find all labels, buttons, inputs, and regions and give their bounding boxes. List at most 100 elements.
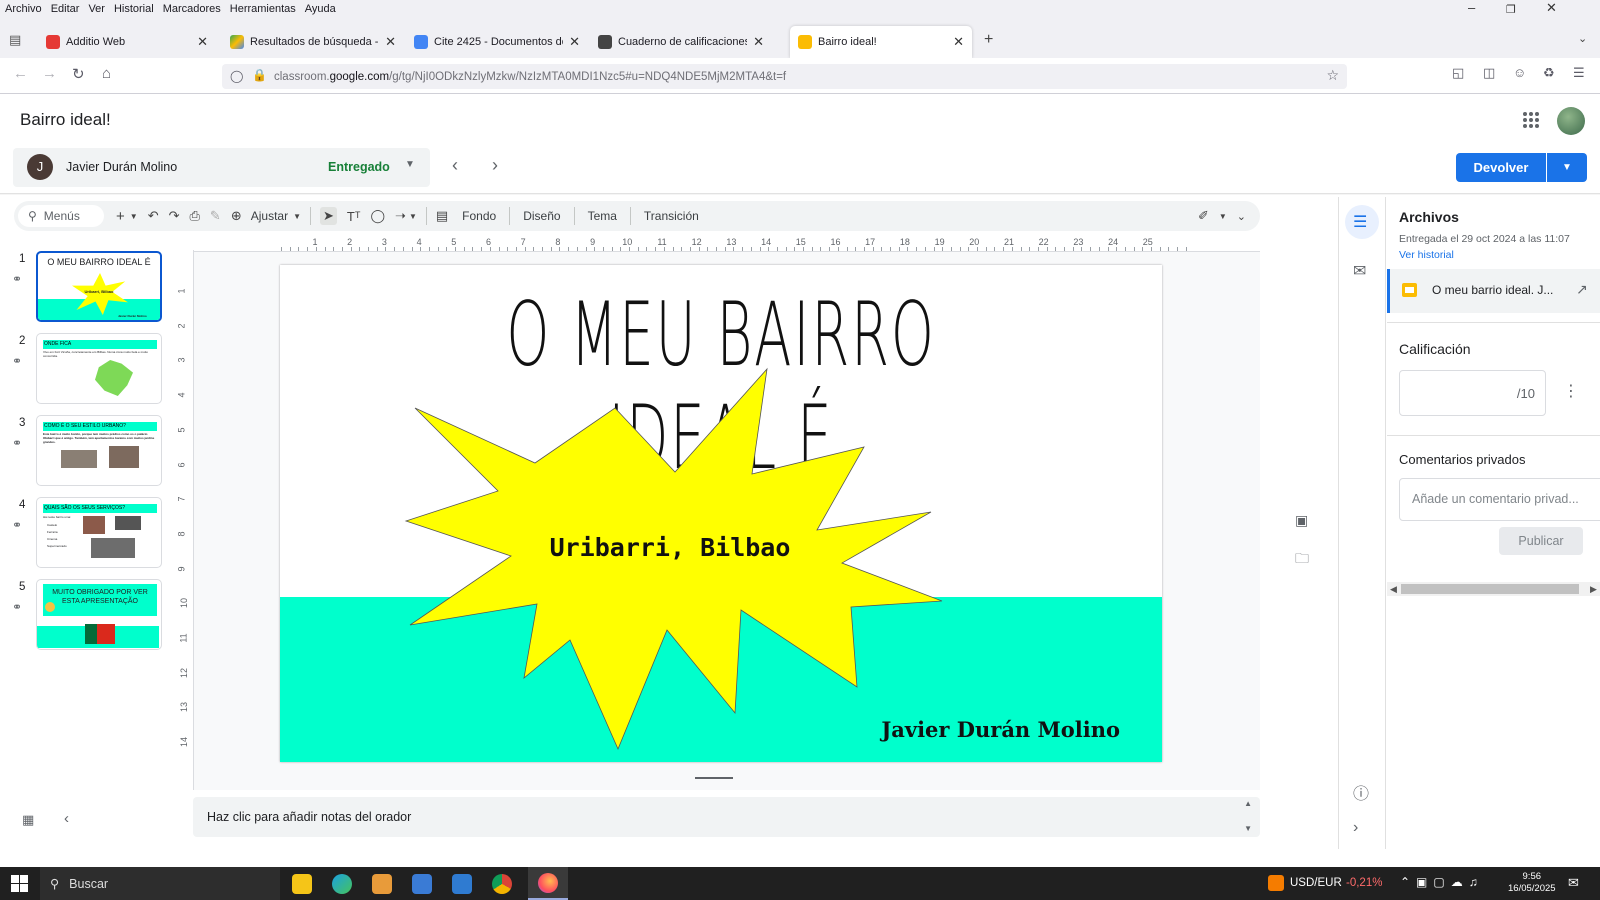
google-apps-icon[interactable]: [1523, 112, 1539, 128]
back-icon[interactable]: ←: [13, 65, 28, 82]
mail-icon[interactable]: [452, 874, 472, 894]
next-student-icon[interactable]: ›: [492, 155, 498, 176]
line-icon[interactable]: ➝: [395, 208, 406, 224]
slide-thumbnail-2[interactable]: ONDE FICA Vivo em Fort Vicuña, concretam…: [36, 333, 162, 404]
menu-herramientas[interactable]: Herramientas: [230, 3, 296, 15]
tab-close-icon[interactable]: ✕: [569, 34, 580, 50]
new-tab-icon[interactable]: +: [984, 31, 993, 49]
scroll-right-icon[interactable]: ▶: [1590, 582, 1597, 596]
notification-icon[interactable]: ✉: [1568, 875, 1579, 891]
link-icon[interactable]: ⚭: [12, 436, 22, 450]
minimize-icon[interactable]: –: [1468, 0, 1475, 15]
app-menu-icon[interactable]: ☰: [1573, 65, 1585, 81]
tab-close-icon[interactable]: ✕: [953, 34, 964, 50]
media-player-icon[interactable]: [372, 874, 392, 894]
slide-subtitle[interactable]: Uribarri, Bilbao: [520, 533, 820, 562]
zoom-select[interactable]: Ajustar: [251, 209, 288, 223]
scroll-down-icon[interactable]: ▼: [1244, 824, 1252, 833]
new-slide-icon[interactable]: +: [116, 208, 125, 225]
tab-additio[interactable]: Additio Web ✕: [38, 26, 216, 58]
pen-dropdown-icon[interactable]: ▼: [1219, 212, 1227, 221]
shape-icon[interactable]: ◯: [370, 208, 385, 224]
theme-button[interactable]: Tema: [588, 209, 617, 223]
pen-tool-icon[interactable]: ✐: [1198, 208, 1209, 224]
chevron-down-icon[interactable]: ▼: [405, 159, 415, 170]
select-cursor-icon[interactable]: ➤: [320, 207, 337, 225]
scrollbar-thumb[interactable]: [1401, 584, 1579, 594]
system-tray-icons[interactable]: ⌃▣▢☁♫: [1400, 875, 1484, 889]
menu-ayuda[interactable]: Ayuda: [305, 3, 336, 15]
firefox-view-icon[interactable]: ▤: [9, 32, 21, 48]
slide-thumbnail-4[interactable]: QUAIS SÃO OS SEUS SERVIÇOS? Há neste bai…: [36, 497, 162, 568]
scroll-left-icon[interactable]: ◀: [1390, 582, 1397, 596]
more-options-icon[interactable]: ⋮: [1563, 381, 1579, 401]
notes-resize-handle[interactable]: [695, 777, 733, 779]
publish-button[interactable]: Publicar: [1499, 527, 1583, 555]
layout-button[interactable]: Diseño: [523, 209, 560, 223]
link-icon[interactable]: ⚭: [12, 354, 22, 368]
account-avatar[interactable]: [1557, 107, 1585, 135]
previous-student-icon[interactable]: ‹: [452, 155, 458, 176]
new-slide-dropdown-icon[interactable]: ▼: [130, 212, 138, 221]
address-bar[interactable]: ◯ 🔒 classroom.google.com/g/tg/NjI0ODkzNz…: [222, 64, 1347, 89]
link-icon[interactable]: ⚭: [12, 600, 22, 614]
menu-search[interactable]: ⚲ Menús: [18, 205, 104, 227]
shield-icon[interactable]: ◯: [230, 69, 243, 83]
account-icon[interactable]: ☺: [1513, 65, 1526, 80]
currency-pair[interactable]: USD/EUR: [1290, 877, 1342, 889]
return-options-icon[interactable]: ▼: [1547, 153, 1587, 182]
firefox-taskbar-button[interactable]: [528, 867, 568, 900]
line-dropdown-icon[interactable]: ▼: [409, 212, 417, 221]
tab-close-icon[interactable]: ✕: [385, 34, 396, 50]
expand-panel-icon[interactable]: ›: [1353, 819, 1358, 837]
zoom-icon[interactable]: ⊕: [231, 208, 242, 224]
collapse-filmstrip-icon[interactable]: ‹: [64, 810, 69, 827]
slide-thumbnail-5[interactable]: MUITO OBRIGADO POR VER ESTA APRESENTAÇÃO: [36, 579, 162, 650]
lock-icon[interactable]: 🔒: [252, 68, 267, 82]
text-box-icon[interactable]: Tᵀ: [347, 209, 361, 224]
restore-icon[interactable]: ❐: [1506, 3, 1516, 16]
link-icon[interactable]: ⚭: [12, 518, 22, 532]
zoom-dropdown-icon[interactable]: ▼: [293, 212, 301, 221]
explosion-star-shape[interactable]: [280, 265, 1162, 762]
private-comment-input[interactable]: Añade un comentario privad...: [1399, 478, 1600, 521]
tab-close-icon[interactable]: ✕: [197, 34, 208, 50]
grid-view-icon[interactable]: ▦: [22, 812, 34, 828]
return-button[interactable]: Devolver: [1456, 153, 1546, 182]
keep-icon[interactable]: ▣: [1295, 512, 1308, 529]
details-icon[interactable]: ☰: [1353, 212, 1367, 232]
comment-add-icon[interactable]: ▤: [436, 208, 448, 224]
menu-editar[interactable]: Editar: [51, 3, 80, 15]
student-selector[interactable]: J Javier Durán Molino Entregado ▼: [13, 148, 430, 187]
tab-google-search[interactable]: Resultados de búsqueda - Goog ✕: [222, 26, 404, 58]
slide-thumbnail-1[interactable]: O MEU BAIRRO IDEAL É Uribarri, Bilbao Ja…: [36, 251, 162, 322]
tab-list-icon[interactable]: ⌄: [1578, 32, 1587, 45]
tab-gradebook[interactable]: Cuaderno de calificaciones de 2 ✕: [590, 26, 772, 58]
redo-icon[interactable]: ↷: [169, 208, 180, 224]
grade-input[interactable]: /10: [1399, 370, 1546, 416]
window-close-icon[interactable]: ✕: [1546, 0, 1557, 16]
current-slide[interactable]: O MEU BAIRRO IDEAL É Uribarri, Bilbao Ja…: [280, 265, 1162, 762]
tab-bairro-ideal[interactable]: Bairro ideal! ✕: [790, 26, 972, 58]
horizontal-scrollbar[interactable]: ◀ ▶: [1387, 582, 1600, 596]
forward-icon[interactable]: →: [42, 65, 57, 82]
edge-icon[interactable]: [332, 874, 352, 894]
slide-thumbnail-3[interactable]: COMO É O SEU ESTILO URBANO? Este bairro …: [36, 415, 162, 486]
scroll-up-icon[interactable]: ▲: [1244, 799, 1252, 808]
extensions-icon[interactable]: ♻: [1543, 65, 1555, 81]
slide-author[interactable]: Javier Durán Molino: [880, 717, 1120, 742]
clock[interactable]: 9:56 16/05/2025: [1508, 871, 1556, 895]
undo-icon[interactable]: ↶: [148, 208, 159, 224]
menu-marcadores[interactable]: Marcadores: [163, 3, 221, 15]
reload-icon[interactable]: ↻: [72, 65, 85, 83]
help-icon[interactable]: ⓘ: [1353, 780, 1369, 804]
view-history-link[interactable]: Ver historial: [1399, 249, 1454, 261]
home-icon[interactable]: ⌂: [102, 65, 111, 82]
menu-historial[interactable]: Historial: [114, 3, 154, 15]
bookmark-star-icon[interactable]: ☆: [1326, 67, 1339, 84]
folder-icon[interactable]: 🗀: [1295, 548, 1309, 572]
speaker-notes[interactable]: Haz clic para añadir notas del orador ▲ …: [193, 797, 1260, 837]
taskbar-search[interactable]: ⚲ Buscar: [40, 867, 280, 900]
pocket-icon[interactable]: ◱: [1452, 65, 1464, 81]
chrome-icon[interactable]: [492, 874, 512, 894]
